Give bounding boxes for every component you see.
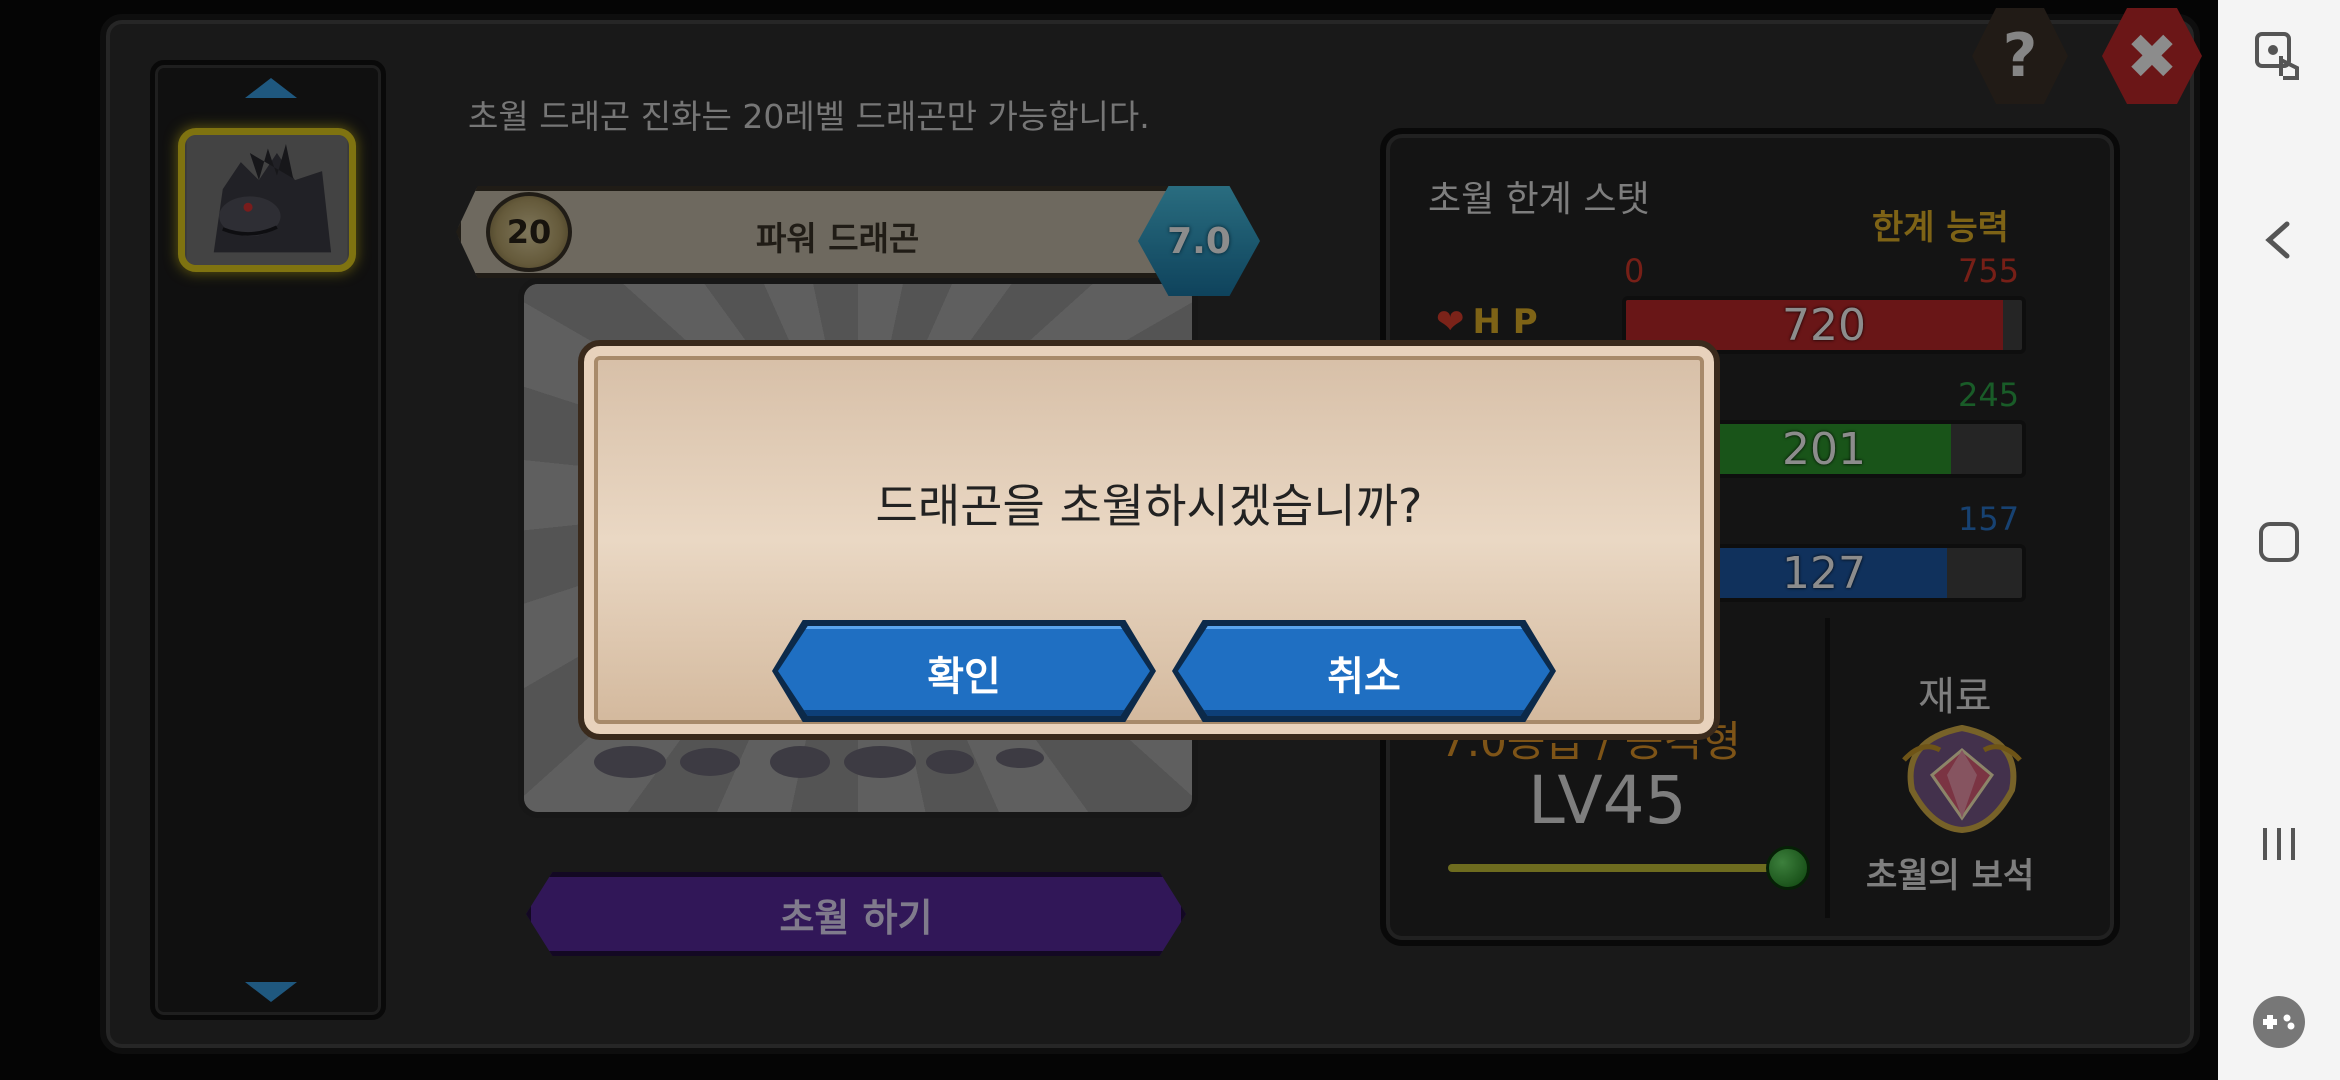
dialog-message: 드래곤을 초월하시겠습니까? — [875, 479, 1423, 533]
home-icon[interactable] — [2245, 508, 2313, 576]
confirm-button[interactable]: 확인 — [778, 626, 1150, 716]
game-touch-icon[interactable] — [2245, 22, 2313, 90]
cancel-button[interactable]: 취소 — [1178, 626, 1550, 716]
recents-icon[interactable] — [2245, 810, 2313, 878]
back-icon[interactable] — [2245, 206, 2313, 274]
game-tools-icon[interactable] — [2245, 988, 2313, 1056]
confirm-dialog: 드래곤을 초월하시겠습니까? 확인 취소 — [578, 340, 1720, 740]
